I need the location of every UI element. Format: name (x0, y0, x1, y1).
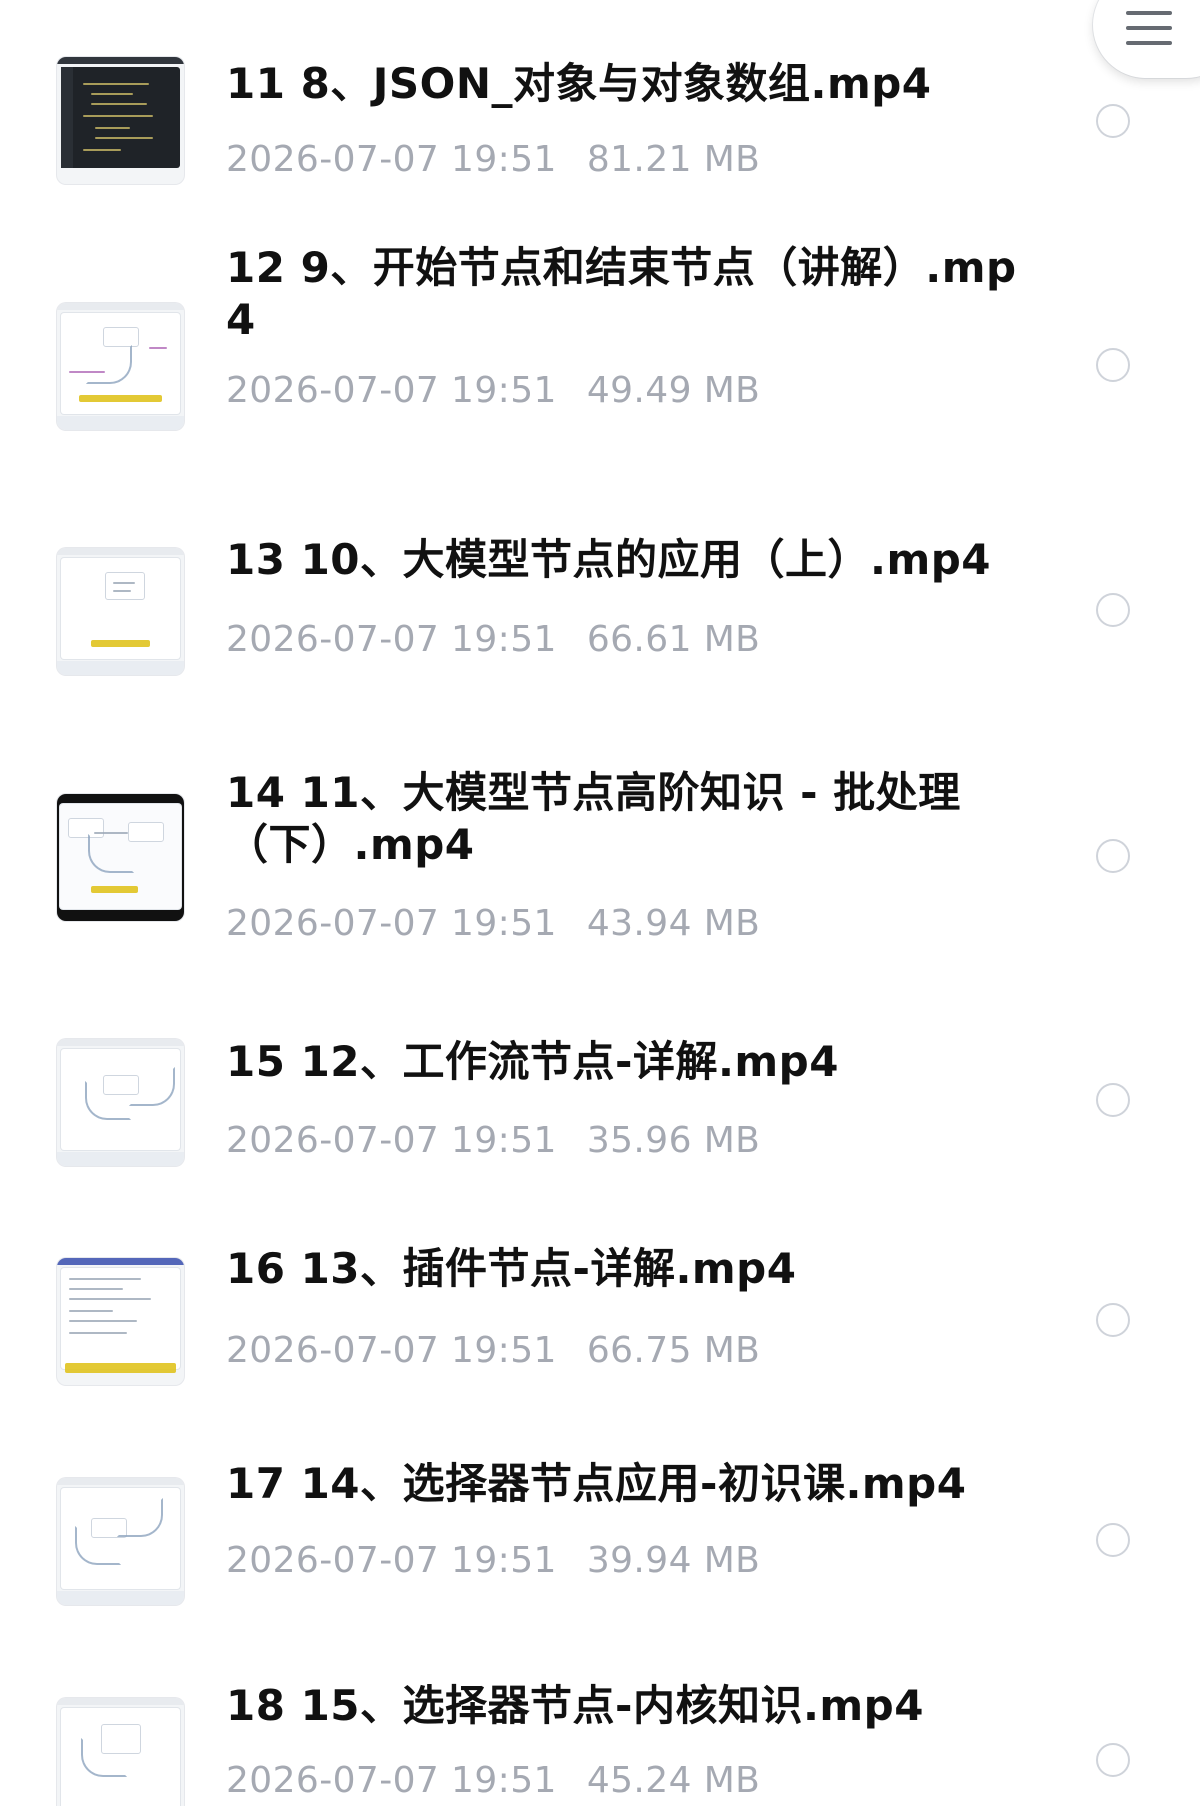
file-meta: 2026-07-07 19:51 81.21 MB (226, 138, 760, 182)
file-size: 81.21 MB (586, 139, 761, 180)
file-date: 2026-07-07 19:51 (226, 1120, 557, 1161)
file-name: 15 12、工作流节点-详解.mp4 (226, 1037, 839, 1086)
file-row[interactable]: 16 13、插件节点-详解.mp4 2026-07-07 19:51 66.75 … (0, 1244, 1200, 1460)
radio-unchecked-icon[interactable] (1096, 1743, 1130, 1777)
file-date: 2026-07-07 19:51 (226, 370, 557, 411)
file-row[interactable]: 11 8、JSON_对象与对象数组.mp4 2026-07-07 19:51 81… (0, 0, 1200, 220)
file-date: 2026-07-07 19:51 (226, 1330, 557, 1371)
file-meta: 2026-07-07 19:51 35.96 MB (226, 1119, 760, 1163)
video-thumbnail (57, 1258, 184, 1385)
radio-unchecked-icon[interactable] (1096, 839, 1130, 873)
file-date: 2026-07-07 19:51 (226, 903, 557, 944)
radio-unchecked-icon[interactable] (1096, 1523, 1130, 1557)
file-size: 39.94 MB (586, 1540, 761, 1581)
file-row[interactable]: 12 9、开始节点和结束节点（讲解）.mp4 2026-07-07 19:51 4… (0, 243, 1200, 500)
file-meta: 2026-07-07 19:51 43.94 MB (226, 902, 760, 946)
radio-unchecked-icon[interactable] (1096, 1303, 1130, 1337)
file-size: 49.49 MB (586, 370, 761, 411)
file-row[interactable]: 18 15、选择器节点-内核知识.mp4 2026-07-07 19:51 45.… (0, 1681, 1200, 1806)
file-name: 12 9、开始节点和结束节点（讲解）.mp4 (226, 243, 1017, 344)
file-meta: 2026-07-07 19:51 39.94 MB (226, 1539, 760, 1583)
video-thumbnail (57, 1478, 184, 1605)
file-date: 2026-07-07 19:51 (226, 619, 557, 660)
file-date: 2026-07-07 19:51 (226, 1760, 557, 1801)
file-size: 35.96 MB (586, 1120, 761, 1161)
file-date: 2026-07-07 19:51 (226, 139, 557, 180)
video-thumbnail (57, 548, 184, 675)
file-meta: 2026-07-07 19:51 45.24 MB (226, 1759, 760, 1803)
file-row[interactable]: 14 11、大模型节点高阶知识 - 批处理（下）.mp4 2026-07-07 … (0, 768, 1200, 1025)
video-thumbnail (57, 303, 184, 430)
file-size: 66.61 MB (586, 619, 761, 660)
file-name: 18 15、选择器节点-内核知识.mp4 (226, 1681, 924, 1730)
radio-unchecked-icon[interactable] (1096, 1083, 1130, 1117)
file-name: 17 14、选择器节点应用-初识课.mp4 (226, 1459, 967, 1508)
file-list-screen: 11 8、JSON_对象与对象数组.mp4 2026-07-07 19:51 81… (0, 0, 1200, 1806)
file-name: 13 10、大模型节点的应用（上）.mp4 (226, 535, 992, 584)
file-row[interactable]: 17 14、选择器节点应用-初识课.mp4 2026-07-07 19:51 39… (0, 1459, 1200, 1680)
file-row[interactable]: 13 10、大模型节点的应用（上）.mp4 2026-07-07 19:51 66… (0, 535, 1200, 750)
file-size: 66.75 MB (586, 1330, 761, 1371)
file-meta: 2026-07-07 19:51 49.49 MB (226, 369, 760, 413)
video-thumbnail (57, 794, 184, 921)
file-row[interactable]: 15 12、工作流节点-详解.mp4 2026-07-07 19:51 35.96… (0, 1030, 1200, 1230)
file-name: 16 13、插件节点-详解.mp4 (226, 1244, 797, 1293)
radio-unchecked-icon[interactable] (1096, 104, 1130, 138)
video-thumbnail (57, 1698, 184, 1806)
video-thumbnail (57, 1039, 184, 1166)
file-date: 2026-07-07 19:51 (226, 1540, 557, 1581)
file-meta: 2026-07-07 19:51 66.61 MB (226, 618, 760, 662)
file-name: 14 11、大模型节点高阶知识 - 批处理（下）.mp4 (226, 768, 961, 869)
video-thumbnail (57, 57, 184, 184)
file-meta: 2026-07-07 19:51 66.75 MB (226, 1329, 760, 1373)
file-size: 43.94 MB (586, 903, 761, 944)
file-size: 45.24 MB (586, 1760, 761, 1801)
file-name: 11 8、JSON_对象与对象数组.mp4 (226, 59, 932, 108)
radio-unchecked-icon[interactable] (1096, 593, 1130, 627)
radio-unchecked-icon[interactable] (1096, 348, 1130, 382)
